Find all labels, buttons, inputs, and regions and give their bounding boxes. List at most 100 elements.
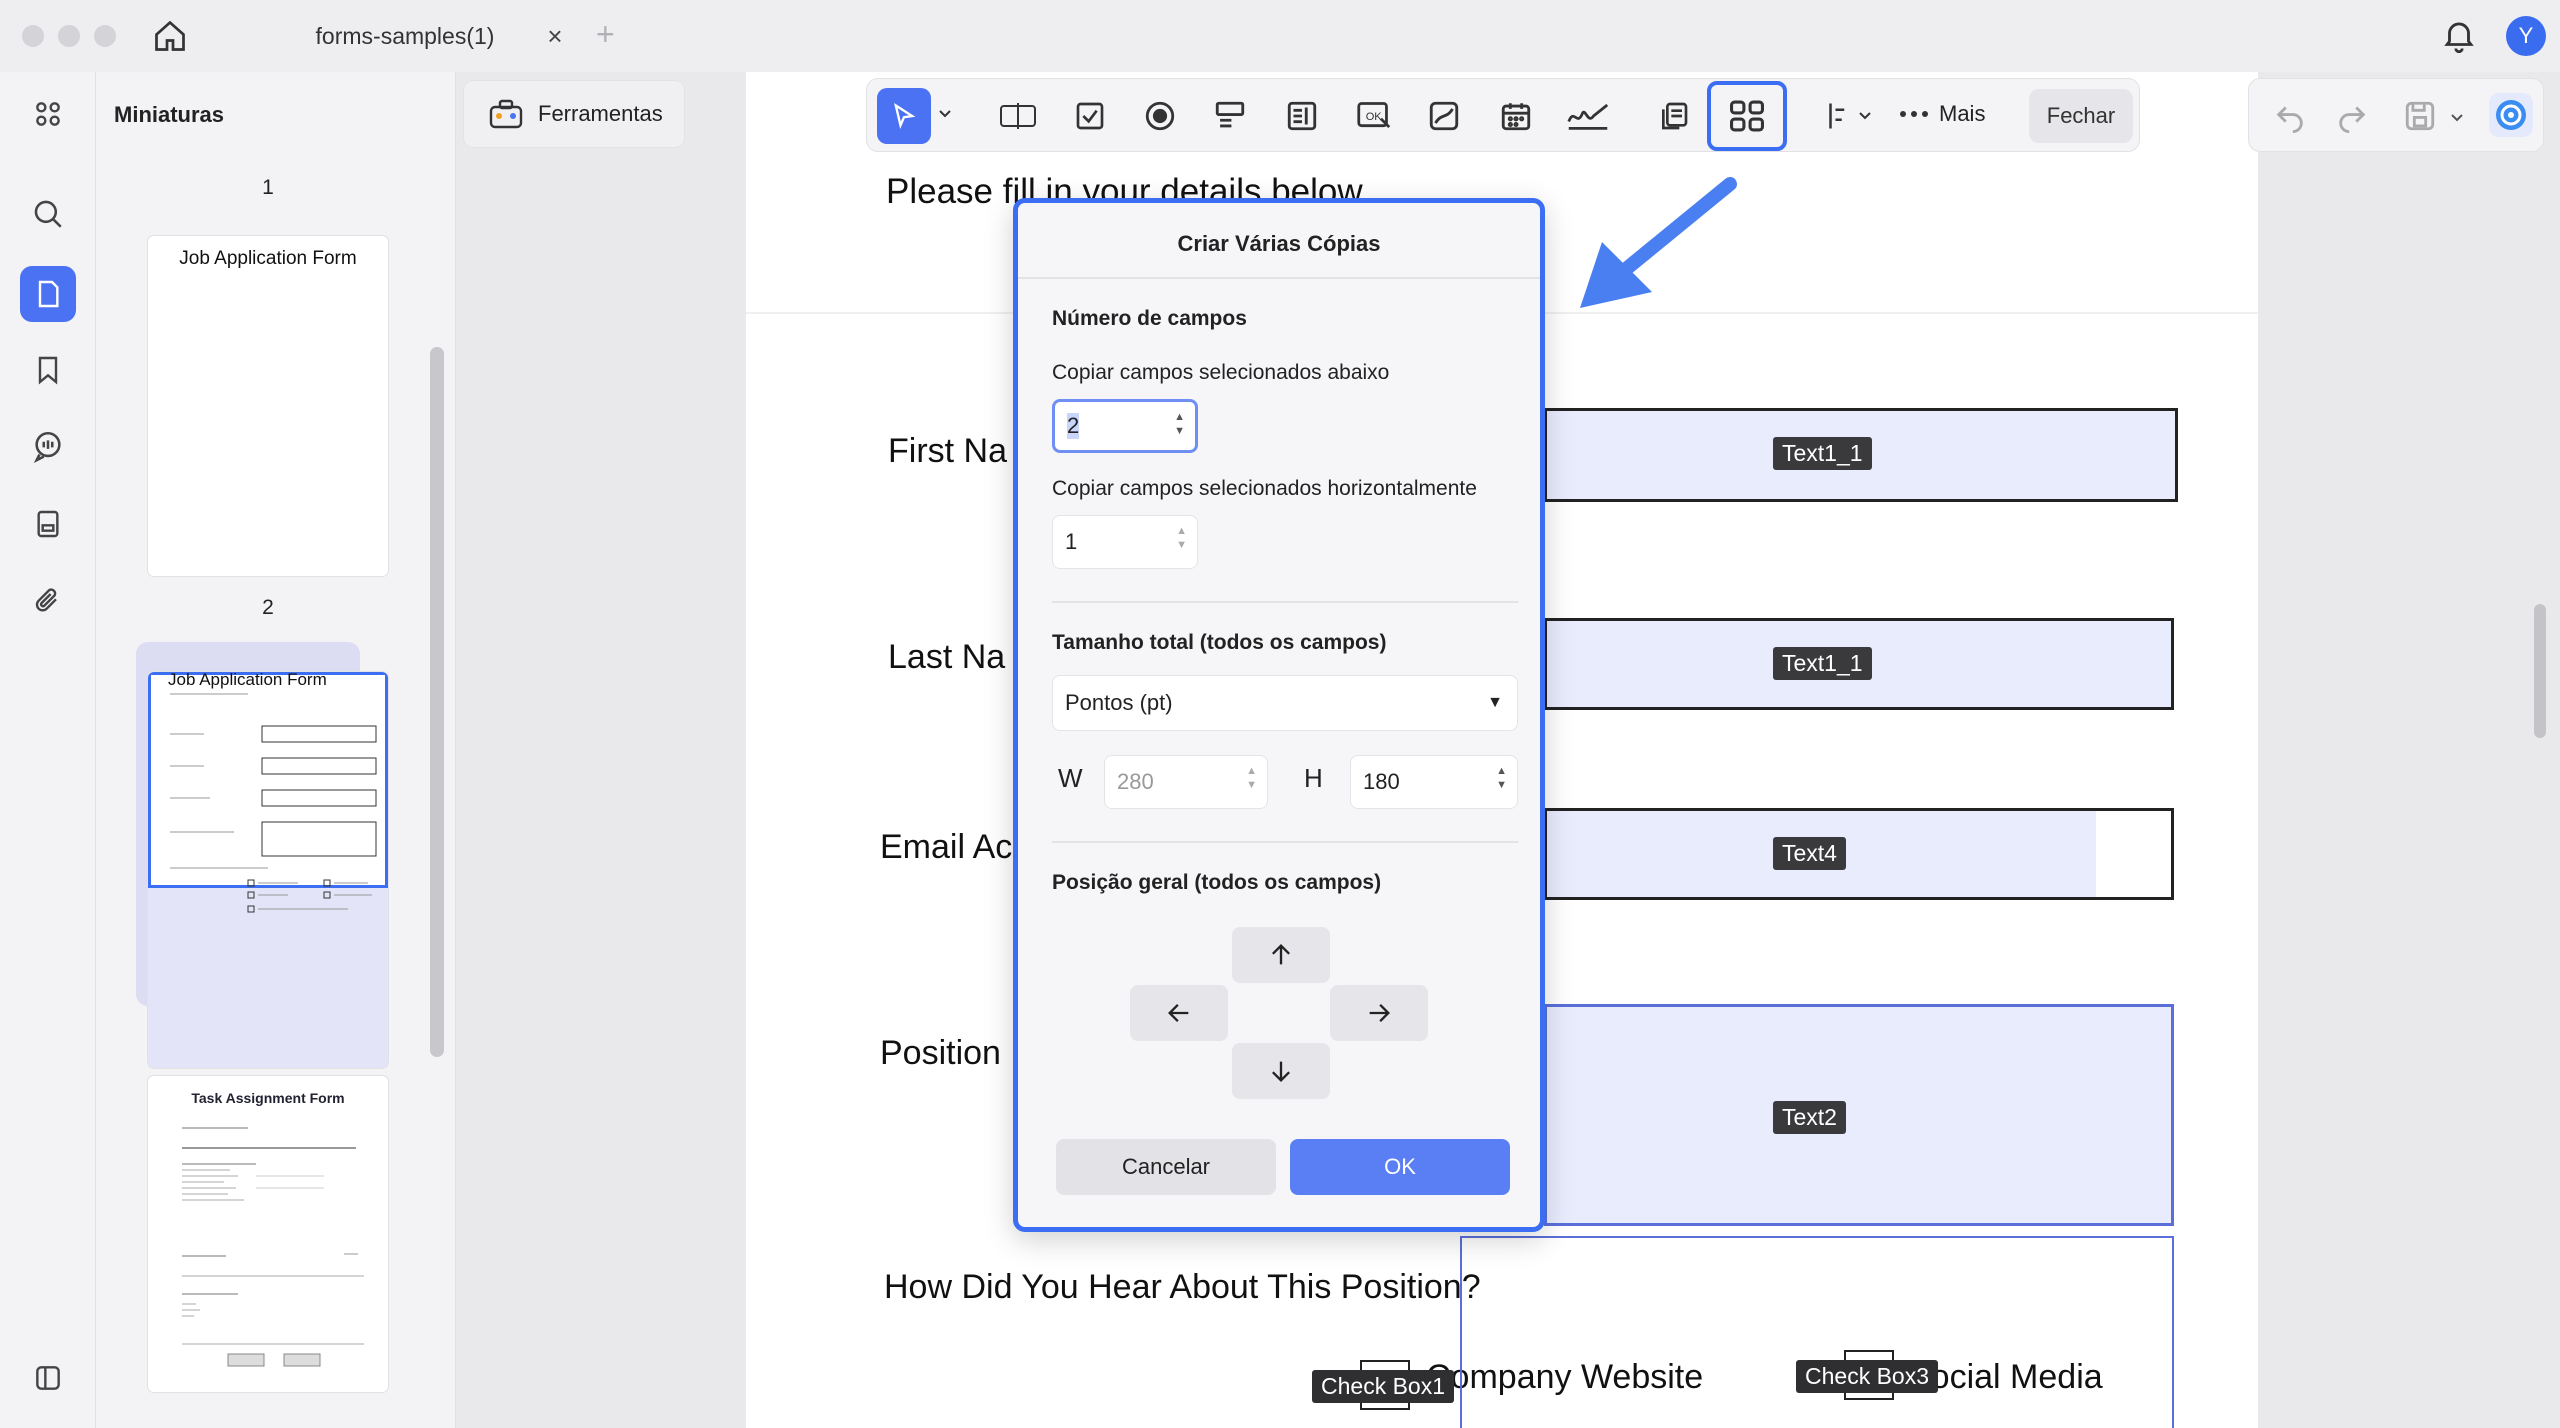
document-scrollbar[interactable]	[2534, 604, 2546, 738]
width-label: W	[1058, 763, 1083, 793]
text-field-tool-icon[interactable]	[991, 88, 1045, 144]
radio-tool-icon[interactable]	[1133, 88, 1187, 144]
pointer-arrow-icon	[1580, 177, 1737, 308]
close-form-edit-button[interactable]: Fechar	[2029, 89, 2133, 143]
form-icon[interactable]	[26, 502, 70, 546]
signature-tool-icon[interactable]	[1561, 88, 1615, 144]
history-toolbar	[2248, 78, 2544, 152]
label-last-name: Last Na	[888, 638, 1006, 676]
stepper-arrows-icon[interactable]: ▲ ▼	[1496, 766, 1507, 791]
checkbox-tool-icon[interactable]	[1063, 88, 1117, 144]
text-field-first-name[interactable]: Text1_1	[1544, 408, 2178, 502]
sidebar-toggle-icon[interactable]	[26, 1356, 70, 1400]
thumbnails-scrollbar[interactable]	[430, 347, 444, 1057]
search-icon[interactable]	[26, 192, 70, 236]
select-tool-button[interactable]	[877, 88, 931, 144]
checkbox1-tag: Check Box1	[1312, 1370, 1455, 1403]
thumbnail-page-2[interactable]: Job Application Form	[148, 236, 388, 576]
field-tag: Text1_1	[1773, 437, 1872, 470]
more-button[interactable]: Mais	[1899, 101, 1985, 127]
field-tag: Text2	[1773, 1101, 1846, 1134]
checkbox3-tag: Check Box3	[1796, 1360, 1939, 1393]
left-rail	[0, 72, 96, 1428]
duplicate-tool-icon[interactable]	[1647, 88, 1701, 144]
bell-icon[interactable]	[2440, 16, 2478, 54]
width-value: 280	[1117, 769, 1154, 794]
text-field-email[interactable]: Text4	[1544, 808, 2174, 900]
bookmark-icon[interactable]	[26, 348, 70, 392]
move-left-button[interactable]	[1130, 985, 1228, 1041]
avatar[interactable]: Y	[2506, 16, 2546, 56]
width-stepper[interactable]: 280 ▲ ▼	[1104, 755, 1268, 809]
thumbnails-icon[interactable]	[20, 266, 76, 322]
save-icon[interactable]	[2403, 99, 2437, 133]
copy-below-stepper[interactable]: 2 ▲ ▼	[1052, 399, 1198, 453]
divider	[1052, 601, 1518, 603]
window-zoom-button[interactable]	[94, 25, 116, 47]
comment-icon[interactable]	[26, 424, 70, 468]
thumbnail-page-3[interactable]: Job Application Form	[148, 672, 388, 1068]
dialog-title: Criar Várias Cópias	[1177, 231, 1381, 256]
thumbnail-form-preview	[170, 693, 377, 913]
field-tag: Text1_1	[1773, 647, 1872, 680]
new-tab-button[interactable]: +	[596, 16, 615, 53]
redo-icon[interactable]	[2335, 99, 2369, 133]
ai-assistant-icon[interactable]	[2489, 93, 2533, 137]
create-multiple-copies-button[interactable]	[1707, 81, 1787, 151]
tab-close-button[interactable]: ×	[540, 18, 570, 54]
document-tab[interactable]: forms-samples(1)	[230, 8, 580, 64]
unit-value: Pontos (pt)	[1065, 690, 1173, 715]
copy-horizontal-value: 1	[1065, 529, 1078, 554]
svg-text:OK: OK	[1366, 111, 1383, 123]
copy-horizontal-label: Copiar campos selecionados horizontalmen…	[1052, 477, 1477, 500]
tools-button[interactable]: Ferramentas	[463, 80, 685, 148]
height-stepper[interactable]: 180 ▲ ▼	[1350, 755, 1518, 809]
page-number-2: 2	[262, 596, 274, 619]
field-tag: Text4	[1773, 837, 1846, 870]
copy-below-label: Copiar campos selecionados abaixo	[1052, 361, 1390, 384]
listbox-tool-icon[interactable]	[1275, 88, 1329, 144]
stepper-arrows-icon[interactable]: ▲ ▼	[1246, 766, 1257, 791]
thumbnail-form-preview	[182, 1127, 364, 1367]
window-minimize-button[interactable]	[58, 25, 80, 47]
chevron-down-icon[interactable]	[937, 105, 953, 121]
height-value: 180	[1363, 769, 1400, 794]
attachment-icon[interactable]	[26, 580, 70, 624]
thumbnail-page-4[interactable]: Task Assignment Form	[148, 1076, 388, 1392]
ok-button[interactable]: OK	[1290, 1139, 1510, 1195]
button-tool-icon[interactable]: OK	[1347, 88, 1401, 144]
section-position: Posição geral (todos os campos)	[1052, 871, 1382, 894]
move-down-button[interactable]	[1232, 1043, 1330, 1099]
caret-down-icon: ▼	[1487, 694, 1503, 711]
text-field-position[interactable]: Text2	[1544, 1004, 2174, 1226]
stepper-arrows-icon[interactable]: ▲ ▼	[1174, 412, 1185, 437]
divider	[1018, 277, 1540, 279]
more-label: Mais	[1939, 101, 1986, 126]
text-field-last-name[interactable]: Text1_1	[1544, 618, 2174, 710]
more-dots-icon	[1899, 109, 1929, 119]
grid-icon[interactable]	[26, 92, 70, 136]
window-close-button[interactable]	[22, 25, 44, 47]
move-up-button[interactable]	[1232, 927, 1330, 983]
cancel-button[interactable]: Cancelar	[1056, 1139, 1276, 1195]
section-total-size: Tamanho total (todos os campos)	[1052, 631, 1387, 654]
label-email: Email Ac	[880, 828, 1013, 866]
home-icon[interactable]	[152, 18, 188, 54]
image-tool-icon[interactable]	[1417, 88, 1471, 144]
date-tool-icon[interactable]	[1489, 88, 1543, 144]
undo-icon[interactable]	[2273, 99, 2307, 133]
unit-select[interactable]: Pontos (pt) ▼	[1052, 675, 1518, 731]
copy-below-value: 2	[1067, 413, 1080, 439]
label-first-name: First Na	[888, 432, 1007, 470]
create-multiple-copies-dialog: Criar Várias Cópias Número de campos Cop…	[1013, 198, 1545, 1232]
move-right-button[interactable]	[1330, 985, 1428, 1041]
height-label: H	[1304, 763, 1323, 793]
tools-label: Ferramentas	[538, 101, 663, 126]
stepper-arrows-icon[interactable]: ▲ ▼	[1176, 526, 1187, 551]
section-number-of-fields: Número de campos	[1052, 307, 1247, 330]
chevron-down-icon[interactable]	[2449, 109, 2465, 125]
question-text: How Did You Hear About This Position?	[884, 1268, 1481, 1306]
combobox-tool-icon[interactable]	[1203, 88, 1257, 144]
chevron-down-icon[interactable]	[1857, 107, 1873, 123]
copy-horizontal-stepper[interactable]: 1 ▲ ▼	[1052, 515, 1198, 569]
